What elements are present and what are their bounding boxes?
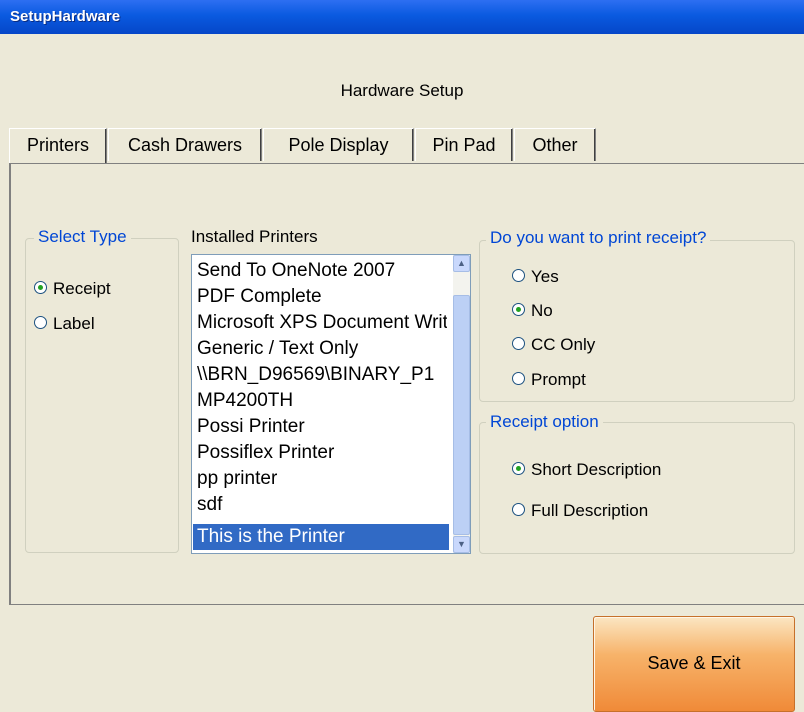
list-item[interactable]: \\BRN_D96569\BINARY_P1 <box>197 362 447 388</box>
radio-label: Prompt <box>531 370 586 389</box>
list-item-selected[interactable]: This is the Printer <box>193 524 449 550</box>
radio-empty-icon <box>512 503 525 517</box>
list-item[interactable]: Microsoft XPS Document Writer <box>197 310 447 336</box>
radio-cc-only[interactable]: CC Only <box>512 334 595 356</box>
list-item[interactable]: Possiflex Printer <box>197 440 447 466</box>
radio-label: Full Description <box>531 501 649 520</box>
tab-pole-display[interactable]: Pole Display <box>263 128 414 161</box>
radio-empty-icon <box>34 316 47 330</box>
radio-label: Short Description <box>531 460 662 479</box>
title-bar[interactable]: SetupHardware <box>0 0 804 34</box>
scroll-thumb[interactable] <box>453 295 470 535</box>
radio-label: Label <box>53 314 95 333</box>
tab-cash-drawers[interactable]: Cash Drawers <box>108 128 262 161</box>
radio-yes[interactable]: Yes <box>512 266 559 288</box>
radio-selected-icon <box>512 462 525 476</box>
tab-label: Pole Display <box>288 135 389 155</box>
radio-empty-icon <box>512 337 525 351</box>
tab-label: Other <box>532 135 578 155</box>
printers-listbox[interactable]: Send To OneNote 2007 PDF Complete Micros… <box>191 254 471 554</box>
page-title: Hardware Setup <box>340 81 464 100</box>
list-item[interactable]: sdf <box>197 492 447 518</box>
radio-empty-icon <box>512 269 525 283</box>
radio-label-type[interactable]: Label <box>34 313 95 335</box>
list-scrollbar[interactable]: ▲ ▼ <box>453 255 470 553</box>
receipt-option-title: Receipt option <box>486 412 603 432</box>
radio-prompt[interactable]: Prompt <box>512 369 586 391</box>
tab-other[interactable]: Other <box>514 128 596 161</box>
tab-label: Printers <box>26 135 89 155</box>
radio-receipt[interactable]: Receipt <box>34 278 111 300</box>
radio-label: No <box>531 301 553 320</box>
list-item[interactable]: Generic / Text Only <box>197 336 447 362</box>
receipt-option-group <box>479 422 795 554</box>
installed-printers-label: Installed Printers <box>191 227 318 246</box>
radio-short-description[interactable]: Short Description <box>512 459 661 481</box>
radio-full-description[interactable]: Full Description <box>512 500 648 522</box>
radio-label: Receipt <box>53 279 111 298</box>
list-item[interactable]: pp printer <box>197 466 447 492</box>
radio-label: Yes <box>531 267 559 286</box>
scroll-up-icon[interactable]: ▲ <box>453 255 470 272</box>
list-item[interactable]: MP4200TH <box>197 388 447 414</box>
list-item[interactable]: Possi Printer <box>197 414 447 440</box>
select-type-title: Select Type <box>34 227 131 247</box>
radio-no[interactable]: No <box>512 300 553 322</box>
window-title: SetupHardware <box>10 8 121 25</box>
radio-label: CC Only <box>531 335 596 354</box>
tab-label: Pin Pad <box>432 135 496 155</box>
radio-empty-icon <box>512 372 525 386</box>
save-exit-button[interactable]: Save & Exit <box>593 616 795 712</box>
print-receipt-title: Do you want to print receipt? <box>486 228 711 248</box>
tab-printers[interactable]: Printers <box>9 128 107 163</box>
tab-pin-pad[interactable]: Pin Pad <box>415 128 513 161</box>
radio-selected-icon <box>512 303 525 317</box>
scroll-down-icon[interactable]: ▼ <box>453 536 470 553</box>
list-item[interactable]: Send To OneNote 2007 <box>197 258 447 284</box>
list-item[interactable]: PDF Complete <box>197 284 447 310</box>
tab-label: Cash Drawers <box>127 135 243 155</box>
radio-selected-icon <box>34 281 47 295</box>
